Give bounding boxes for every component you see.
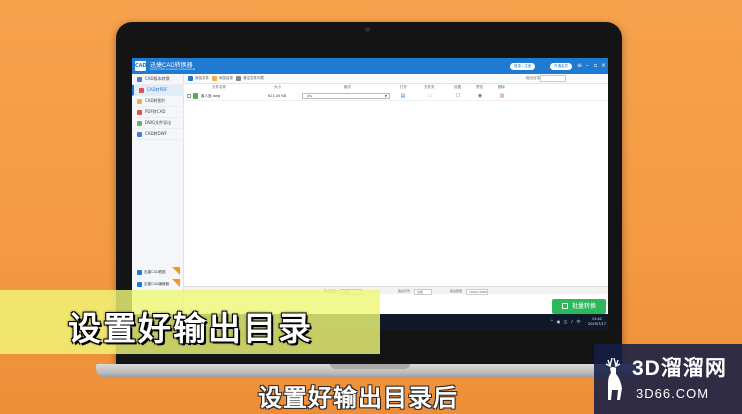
login-button[interactable]: 登录 / 注册 (510, 63, 536, 70)
sidebar-item-icon (139, 87, 144, 93)
batch-convert-button[interactable]: 批量转换 (552, 299, 606, 314)
col-header-open: 打开 (400, 85, 407, 89)
add-file-label: 添加文件 (195, 76, 209, 80)
cad-editor-icon (137, 281, 142, 287)
sidebar-item-icon (137, 131, 142, 137)
sidebar-item-label: CAD转PDF (147, 87, 168, 92)
col-header-size: 大小 (274, 85, 281, 89)
sidebar-item-cad-to-pdf[interactable]: CAD转PDF (132, 85, 184, 96)
sidebar-item-dwg-export[interactable]: DWG文件导出 (132, 118, 184, 129)
chevron-down-icon: ▼ (384, 94, 387, 98)
promo-cad-editor[interactable]: 迅捷CAD编辑器 (134, 279, 182, 289)
sidebar-item-cad-to-dwf[interactable]: CAD转DWF (132, 129, 184, 140)
col-header-format: 格式 (344, 85, 351, 89)
caption-main: 设置好输出目录 (68, 309, 313, 348)
toolbar: 添加文件 添加目录 清空文件列表 输出目录： 浏览 (184, 74, 608, 84)
promo-badge-icon (172, 279, 180, 287)
title-bar: CAD 迅捷CAD转换器 Quick CAD converter profess… (132, 58, 608, 74)
close-icon[interactable]: × (600, 62, 607, 69)
sidebar-item-cad-to-image[interactable]: CAD转图片 (132, 96, 184, 107)
table-header: 文件名称 大小 格式 打开 文件夹 设置 预览 删除 (184, 84, 608, 91)
camera-dot (365, 27, 370, 32)
eye-icon[interactable]: ◉ (477, 93, 483, 99)
open-file-icon[interactable]: ▤ (400, 93, 406, 99)
col-header-delete: 删除 (498, 85, 505, 89)
add-file-icon (188, 76, 193, 81)
watermark: 3D溜溜网 3D66.COM (594, 344, 742, 414)
file-name: 客人室.dwg (201, 94, 220, 98)
system-tray[interactable]: ^ ▣ ◫ ♪ 中 (550, 319, 582, 325)
dwg-file-icon (193, 93, 198, 99)
sidebar-item-icon (137, 76, 142, 82)
output-path-input[interactable] (540, 75, 566, 82)
sidebar-item-icon (137, 120, 142, 126)
background-label: 输出背景 (398, 289, 411, 293)
sidebar-item-version-convert[interactable]: CAD版本转换 (132, 74, 184, 85)
col-header-name: 文件名称 (212, 85, 226, 89)
sidebar-item-label: CAD版本转换 (145, 76, 170, 81)
promo-label: 迅捷CAD看图 (144, 269, 166, 274)
batch-convert-label: 批量转换 (571, 303, 596, 310)
add-folder-label: 添加目录 (219, 76, 233, 80)
add-file-button[interactable]: 添加文件 (188, 76, 209, 81)
sidebar-item-label: CAD转图片 (145, 98, 166, 103)
vip-button[interactable]: 开通会员 (550, 63, 572, 70)
table-row[interactable]: 客人室.dwg 621.45 KB JPG ▼ ▤ ▭ ☐ ◉ ▥ (184, 92, 608, 101)
quality-label: 输出质量 (450, 289, 463, 293)
promo-label: 迅捷CAD编辑器 (144, 281, 170, 286)
app-subtitle: Quick CAD converter professional (150, 67, 196, 71)
convert-icon (561, 303, 568, 309)
sidebar-item-icon (137, 98, 142, 104)
col-header-folder: 文件夹 (424, 85, 435, 89)
background-select[interactable]: 白色 (414, 289, 432, 295)
taskbar-clock[interactable]: 13:42 2019/7/17 (588, 317, 606, 327)
folder-icon (212, 76, 217, 81)
sidebar-item-label: CAD转DWF (145, 131, 167, 136)
app-logo: CAD (135, 61, 147, 71)
sidebar-item-label: DWG文件导出 (145, 120, 172, 125)
format-value: JPG (307, 94, 313, 98)
clock-date: 2019/7/17 (588, 322, 606, 326)
settings-icon[interactable]: ☐ (455, 93, 461, 99)
laptop-notch (330, 364, 410, 369)
quality-select[interactable]: 1920×1080 (466, 289, 488, 295)
minimize-icon[interactable]: – (584, 62, 591, 69)
cad-viewer-icon (137, 269, 142, 275)
file-size: 621.45 KB (268, 94, 287, 98)
promo-cad-viewer[interactable]: 迅捷CAD看图 (134, 267, 182, 277)
clear-list-button[interactable]: 清空文件列表 (236, 76, 264, 81)
format-select[interactable]: JPG ▼ (302, 93, 390, 99)
sidebar-item-label: PDF转CAD (145, 109, 166, 114)
col-header-preview: 预览 (476, 85, 483, 89)
delete-icon[interactable]: ▥ (499, 93, 505, 99)
folder-open-icon[interactable]: ▭ (427, 93, 433, 99)
menu-icon[interactable]: ≡ (576, 62, 583, 69)
sidebar-item-pdf-to-cad[interactable]: PDF转CAD (132, 107, 184, 118)
add-folder-button[interactable]: 添加目录 (212, 76, 233, 81)
sidebar-item-icon (137, 109, 142, 115)
caption-subtitle: 设置好输出目录后 (258, 384, 458, 412)
clear-list-label: 清空文件列表 (243, 76, 264, 80)
watermark-title: 3D溜溜网 (632, 357, 727, 380)
restore-icon[interactable]: ▫ (592, 62, 599, 69)
watermark-url: 3D66.COM (636, 386, 710, 401)
deer-logo-icon (605, 357, 622, 400)
trash-icon (236, 76, 241, 81)
col-header-settings: 设置 (454, 85, 461, 89)
row-checkbox[interactable] (187, 94, 191, 98)
promo-badge-icon (172, 267, 180, 275)
